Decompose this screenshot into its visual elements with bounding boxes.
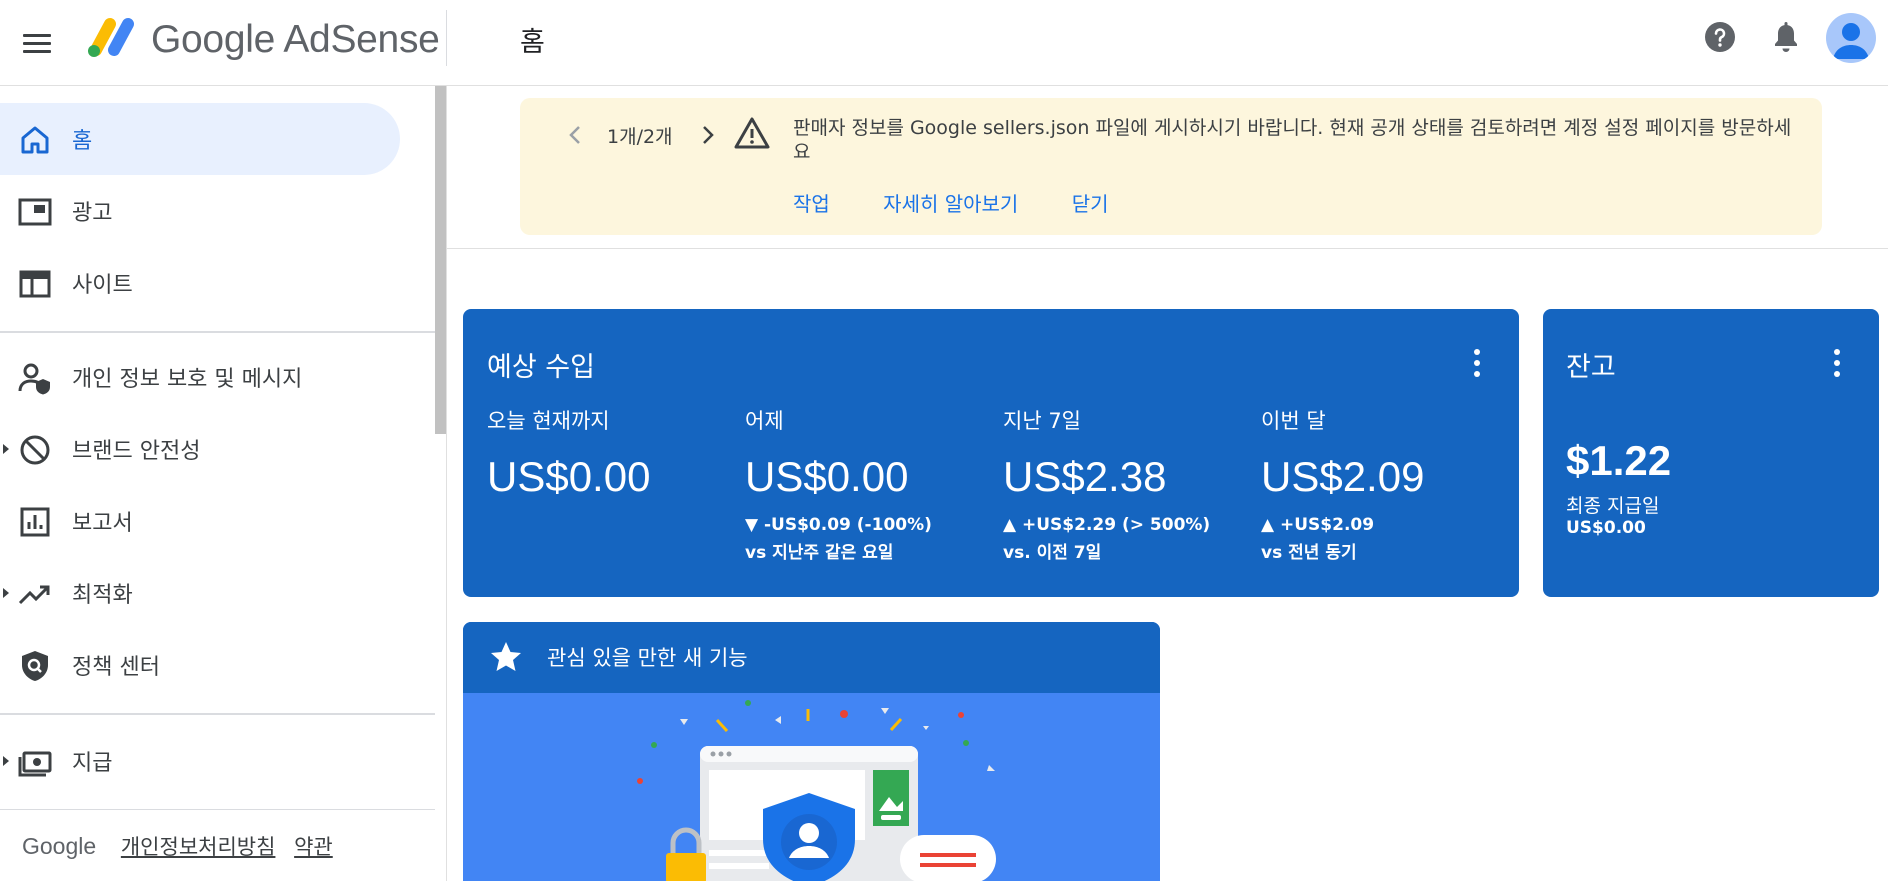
privacy-policy-link[interactable]: 개인정보처리방침 xyxy=(121,835,276,859)
header-divider xyxy=(446,10,447,66)
banner-dismiss-button[interactable]: 닫기 xyxy=(1072,192,1109,216)
metric-compare: vs 지난주 같은 요일 xyxy=(745,543,894,563)
sidebar-scrollbar[interactable] xyxy=(435,86,446,434)
metric-today[interactable]: 오늘 현재까지 US$0.00 xyxy=(487,405,737,501)
sidebar-item-sites[interactable]: 사이트 xyxy=(0,247,400,319)
metric-value: US$2.09 xyxy=(1261,453,1425,500)
chevron-left-icon[interactable] xyxy=(565,122,585,148)
metric-change: ▲ +US$2.29 (> 500%) xyxy=(1003,515,1211,535)
sidebar-item-label: 사이트 xyxy=(72,273,133,298)
account-avatar-icon[interactable] xyxy=(1826,13,1876,63)
block-icon xyxy=(20,435,50,465)
star-icon xyxy=(491,642,521,671)
metric-label: 이번 달 xyxy=(1261,409,1326,433)
metric-label: 지난 7일 xyxy=(1003,409,1081,433)
metric-compare: vs. 이전 7일 xyxy=(1003,543,1102,563)
balance-last-payment-value: US$0.00 xyxy=(1566,518,1646,538)
sidebar-item-label: 개인 정보 보호 및 메시지 xyxy=(72,367,303,392)
sidebar-footer: Google 개인정보처리방침 약관 xyxy=(22,831,345,861)
metric-yesterday[interactable]: 어제 US$0.00 ▼ -US$0.09 (-100%) vs 지난주 같은 … xyxy=(745,405,995,563)
balance-last-payment-label: 최종 지급일 xyxy=(1566,495,1660,517)
sidebar-item-reports[interactable]: 보고서 xyxy=(0,485,400,557)
page-title: 홈 xyxy=(520,27,545,58)
balance-value: $1.22 xyxy=(1566,437,1672,484)
metric-this-month[interactable]: 이번 달 US$2.09 ▲ +US$2.09 vs 전년 동기 xyxy=(1261,405,1511,563)
metric-label: 어제 xyxy=(745,409,784,433)
new-features-card: 관심 있을 만한 새 기능 xyxy=(463,622,1160,881)
banner-action-button[interactable]: 작업 xyxy=(793,192,830,216)
sidebar-item-label: 정책 센터 xyxy=(72,655,160,680)
metric-change: ▲ +US$2.09 xyxy=(1261,515,1375,535)
sidebar-divider xyxy=(0,713,435,715)
sidebar-item-label: 광고 xyxy=(72,201,113,226)
payments-icon xyxy=(18,751,52,777)
bell-icon[interactable] xyxy=(1771,21,1801,55)
expand-caret-icon xyxy=(3,444,9,454)
help-icon[interactable] xyxy=(1704,21,1736,53)
sidebar-item-privacy-messaging[interactable]: 개인 정보 보호 및 메시지 xyxy=(0,341,400,413)
metric-change: ▼ -US$0.09 (-100%) xyxy=(745,515,932,535)
expand-caret-icon xyxy=(3,588,9,598)
feature-illustration xyxy=(637,700,996,881)
metric-value: US$2.38 xyxy=(1003,453,1167,500)
home-icon xyxy=(21,126,49,154)
sidebar-item-label: 보고서 xyxy=(72,511,133,536)
metric-last-7-days[interactable]: 지난 7일 US$2.38 ▲ +US$2.29 (> 500%) vs. 이전… xyxy=(1003,405,1253,563)
sidebar-item-label: 홈 xyxy=(72,129,93,154)
metric-value: US$0.00 xyxy=(745,453,909,500)
sidebar-item-ads[interactable]: 광고 xyxy=(0,175,400,247)
content-divider xyxy=(447,248,1888,249)
adsense-logo-icon xyxy=(88,18,134,57)
top-app-bar: Google AdSense 홈 xyxy=(0,0,1888,86)
sidebar-item-label: 최적화 xyxy=(72,583,133,608)
sidebar-item-label: 브랜드 안전성 xyxy=(72,439,201,464)
banner-pager: 1개/2개 xyxy=(607,126,673,148)
sidebar-item-brand-safety[interactable]: 브랜드 안전성 xyxy=(0,413,400,485)
privacy-messaging-icon xyxy=(18,363,50,395)
metric-value: US$0.00 xyxy=(487,453,651,500)
banner-actions: 작업 자세히 알아보기 닫기 xyxy=(793,188,1156,217)
sidebar-item-optimization[interactable]: 최적화 xyxy=(0,557,400,629)
sidebar: 홈 광고 사이트 개인 정보 보호 및 메시지 브랜드 안전성 보고서 최적화 … xyxy=(0,86,447,881)
sidebar-item-label: 지급 xyxy=(72,751,113,776)
footer-google-logo: Google xyxy=(22,833,97,859)
earnings-card-title: 예상 수입 xyxy=(487,352,595,383)
terms-link[interactable]: 약관 xyxy=(294,835,333,859)
expand-caret-icon xyxy=(3,756,9,766)
trending-up-icon xyxy=(18,585,50,605)
metric-compare: vs 전년 동기 xyxy=(1261,543,1357,563)
more-vert-icon[interactable] xyxy=(1473,349,1481,377)
banner-learn-more-link[interactable]: 자세히 알아보기 xyxy=(883,192,1018,216)
more-vert-icon[interactable] xyxy=(1833,349,1841,377)
sidebar-divider xyxy=(0,809,435,810)
sidebar-item-policy-center[interactable]: 정책 센터 xyxy=(0,629,400,701)
feature-card-header: 관심 있을 만한 새 기능 xyxy=(463,622,1160,693)
reports-icon xyxy=(20,507,50,537)
sidebar-item-home[interactable]: 홈 xyxy=(0,103,400,175)
balance-card-title: 잔고 xyxy=(1566,352,1616,383)
warning-icon xyxy=(734,117,770,149)
sidebar-item-payments[interactable]: 지급 xyxy=(0,725,400,797)
banner-message: 판매자 정보를 Google sellers.json 파일에 게시하시기 바랍… xyxy=(793,117,1792,163)
menu-icon[interactable] xyxy=(18,24,58,64)
ads-icon xyxy=(18,198,52,226)
logo-text[interactable]: Google AdSense xyxy=(151,18,440,62)
sidebar-divider xyxy=(0,331,435,333)
metric-label: 오늘 현재까지 xyxy=(487,409,610,433)
feature-card-title: 관심 있을 만한 새 기능 xyxy=(547,646,748,670)
chevron-right-icon[interactable] xyxy=(698,122,718,148)
policy-shield-icon xyxy=(22,651,48,681)
sites-icon xyxy=(19,270,51,298)
